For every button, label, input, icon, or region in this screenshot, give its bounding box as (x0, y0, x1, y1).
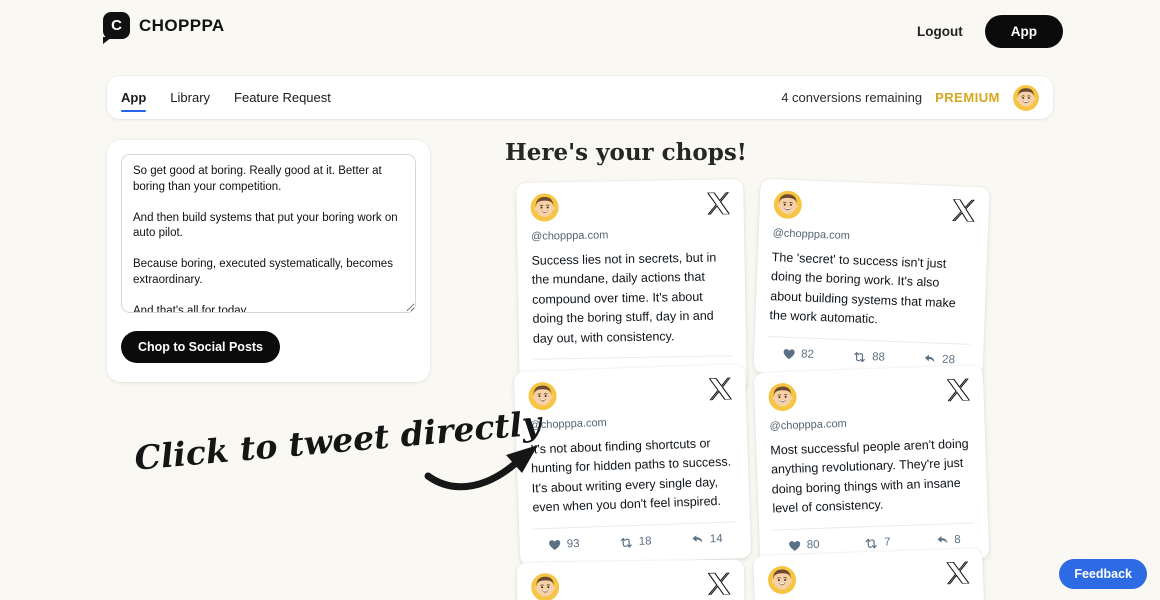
chopppa-logo-icon: C (103, 12, 130, 39)
composer-card: So get good at boring. Really good at it… (107, 140, 430, 382)
avatar-emoji (767, 565, 797, 595)
tweet-handle: @chopppa.com (530, 229, 609, 243)
tab-feature-request[interactable]: Feature Request (234, 86, 331, 109)
tweet-handle: @chopppa.com (769, 597, 970, 600)
retweet-count: 7 (883, 536, 891, 549)
retweet-stat[interactable]: 7 (864, 535, 891, 551)
reply-icon (936, 535, 947, 544)
tweet-handle: @chopppa.com (529, 416, 607, 432)
avatar-emoji (530, 193, 559, 222)
brand-logo[interactable]: C CHOPPPA (103, 12, 225, 39)
source-text-input[interactable]: So get good at boring. Really good at it… (121, 154, 416, 313)
reply-count: 28 (941, 353, 956, 367)
avatar-emoji (768, 382, 798, 412)
avatar-emoji (531, 573, 560, 600)
reply-icon (924, 354, 935, 363)
tweet-card[interactable]: @chopppa.com The 'secret' to success isn… (753, 178, 990, 381)
reply-icon (692, 535, 703, 543)
x-logo-icon (952, 199, 976, 222)
retweet-stat[interactable]: 88 (852, 349, 885, 365)
heart-icon (549, 539, 561, 551)
logout-link[interactable]: Logout (917, 24, 963, 39)
x-logo-icon (946, 561, 970, 585)
navbar: App Library Feature Request 4 conversion… (107, 76, 1053, 119)
reply-count: 14 (709, 532, 723, 546)
heart-icon (789, 540, 801, 552)
reply-count: 8 (954, 533, 961, 547)
profile-avatar[interactable] (1013, 84, 1039, 111)
tweet-card[interactable]: @chopppa.com Most successful people aren… (753, 365, 990, 567)
retweet-icon (620, 537, 632, 548)
retweet-count: 18 (638, 535, 652, 548)
x-logo-icon (707, 192, 730, 215)
conversions-remaining-text: 4 conversions remaining (781, 90, 923, 105)
tweet-card[interactable]: @chopppa.com (516, 559, 747, 600)
tweet-text: It's not about finding shortcuts or hunt… (530, 436, 732, 515)
tweet-stats: 93 18 14 (533, 520, 738, 559)
like-count: 82 (800, 348, 815, 361)
heart-icon (783, 349, 795, 360)
tweet-text: Success lies not in secrets, but in the … (531, 250, 717, 346)
reply-stat[interactable]: 8 (935, 533, 961, 548)
tweet-handle: @chopppa.com (772, 227, 851, 243)
retweet-icon (866, 538, 878, 549)
like-count: 80 (806, 538, 820, 552)
tweet-text: The 'secret' to success isn't just doing… (769, 250, 956, 327)
x-logo-icon (708, 572, 731, 595)
retweet-count: 88 (871, 351, 886, 364)
like-count: 93 (566, 537, 580, 551)
tweet-text: Most successful people aren't doing anyt… (770, 436, 969, 516)
reply-stat[interactable]: 14 (691, 532, 723, 547)
x-logo-icon (947, 378, 970, 402)
like-stat[interactable]: 93 (548, 537, 580, 552)
premium-badge: PREMIUM (935, 90, 1000, 105)
like-stat[interactable]: 80 (788, 538, 820, 553)
app-button[interactable]: App (984, 15, 1063, 48)
chop-to-social-posts-button[interactable]: Chop to Social Posts (121, 331, 281, 363)
tab-app[interactable]: App (121, 86, 147, 112)
like-stat[interactable]: 82 (782, 347, 814, 362)
retweet-stat[interactable]: 18 (619, 534, 652, 550)
logo-letter: C (111, 17, 122, 34)
results-heading: Here's your chops! (505, 139, 747, 166)
x-logo-icon (709, 377, 732, 401)
tweet-card[interactable]: @chopppa.com (753, 548, 988, 600)
tab-library[interactable]: Library (170, 86, 210, 109)
reply-stat[interactable]: 28 (923, 352, 955, 367)
arrow-annotation (424, 445, 538, 491)
feedback-button[interactable]: Feedback (1059, 559, 1147, 589)
avatar-emoji (773, 190, 803, 220)
tweet-handle: @chopppa.com (769, 417, 847, 433)
brand-name: CHOPPPA (139, 15, 225, 35)
tweet-card[interactable]: @chopppa.com Success lies not in secrets… (516, 179, 747, 396)
retweet-icon (854, 351, 866, 362)
app-page: C CHOPPPA Logout App App Library Feature… (0, 0, 1160, 600)
nav-tabs: App Library Feature Request (121, 86, 331, 112)
